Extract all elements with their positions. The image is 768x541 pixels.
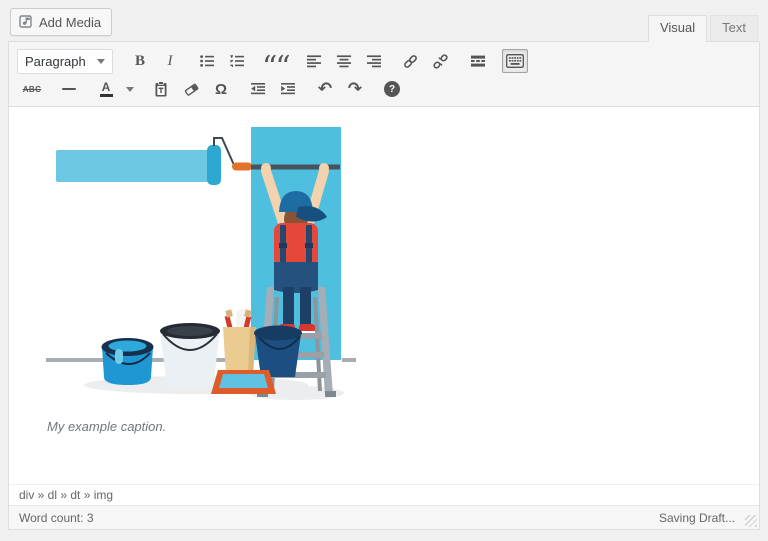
indent-button[interactable] <box>275 77 301 101</box>
undo-button[interactable]: ↶ <box>312 77 338 101</box>
read-more-button[interactable] <box>465 49 491 73</box>
painter-illustration-image[interactable] <box>46 121 358 403</box>
clear-formatting-button[interactable] <box>178 77 204 101</box>
keyboard-icon <box>505 54 524 68</box>
italic-button[interactable]: I <box>157 49 183 73</box>
media-icon <box>19 13 34 31</box>
paragraph-format-dropdown[interactable]: Paragraph <box>17 48 113 74</box>
word-count-value: 3 <box>86 510 94 525</box>
paste-as-text-icon <box>155 80 167 96</box>
numbered-list-icon <box>230 55 244 67</box>
editor-canvas[interactable]: My example caption. <box>9 107 759 484</box>
add-media-button[interactable]: Add Media <box>10 8 113 36</box>
special-character-button[interactable]: Ω <box>208 77 234 101</box>
help-button[interactable]: ? <box>379 77 405 101</box>
toolbar-row-2: ABC A Ω ↶ ↷ ? <box>17 76 751 102</box>
redo-button[interactable]: ↷ <box>342 77 368 101</box>
outdent-button[interactable] <box>245 77 271 101</box>
toolbar-row-1: Paragraph B I ““ <box>17 47 751 75</box>
tab-text[interactable]: Text <box>710 15 758 41</box>
numbered-list-button[interactable] <box>224 49 250 73</box>
text-color-dropdown[interactable] <box>123 77 137 101</box>
word-count-label: Word count: <box>19 510 84 525</box>
tab-visual[interactable]: Visual <box>647 15 708 42</box>
editor-status-bar: Word count: 3 Saving Draft... <box>9 505 759 529</box>
bulleted-list-icon <box>200 55 214 67</box>
text-color-button[interactable]: A <box>93 77 119 101</box>
link-icon <box>404 54 418 68</box>
horizontal-rule-button[interactable] <box>56 77 82 101</box>
blockquote-button[interactable]: ““ <box>261 49 290 73</box>
editor-frame: Paragraph B I ““ ABC A Ω ↶ ↷ ? My exampl… <box>8 41 760 530</box>
strikethrough-button[interactable]: ABC <box>19 77 45 101</box>
outdent-icon <box>251 83 265 95</box>
align-center-button[interactable] <box>331 49 357 73</box>
align-right-button[interactable] <box>361 49 387 73</box>
resize-grip[interactable] <box>745 515 757 527</box>
read-more-icon <box>470 55 485 67</box>
wordpress-classic-editor: Add Media Visual Text Paragraph B I ““ A… <box>0 0 768 541</box>
indent-icon <box>281 83 295 95</box>
eraser-icon <box>184 83 198 96</box>
horizontal-rule-icon <box>62 88 76 90</box>
align-left-icon <box>306 55 321 68</box>
text-color-letter: A <box>101 79 111 94</box>
align-center-icon <box>336 55 351 68</box>
paste-as-text-button[interactable] <box>148 77 174 101</box>
insert-link-button[interactable] <box>398 49 424 73</box>
editor-mode-tabs: Visual Text <box>647 15 758 42</box>
align-right-icon <box>366 55 381 68</box>
element-path[interactable]: div » dl » dt » img <box>19 488 113 502</box>
add-media-label: Add Media <box>39 14 102 30</box>
remove-link-button[interactable] <box>428 49 454 73</box>
help-icon: ? <box>384 81 400 97</box>
word-count: Word count: 3 <box>19 511 94 525</box>
image-caption[interactable]: My example caption. <box>47 419 166 434</box>
toolbar-toggle-button[interactable] <box>501 49 528 73</box>
element-path-bar[interactable]: div » dl » dt » img <box>9 484 759 505</box>
bulleted-list-button[interactable] <box>194 49 220 73</box>
text-color-swatch <box>99 93 113 97</box>
chevron-down-icon <box>97 58 105 64</box>
saving-draft-status: Saving Draft... <box>658 510 735 525</box>
editor-toolbar: Paragraph B I ““ ABC A Ω ↶ ↷ ? <box>9 42 759 107</box>
align-left-button[interactable] <box>301 49 327 73</box>
unlink-icon <box>433 53 448 69</box>
paragraph-format-value: Paragraph <box>25 53 86 69</box>
chevron-down-icon <box>126 86 134 92</box>
bold-button[interactable]: B <box>127 49 153 73</box>
